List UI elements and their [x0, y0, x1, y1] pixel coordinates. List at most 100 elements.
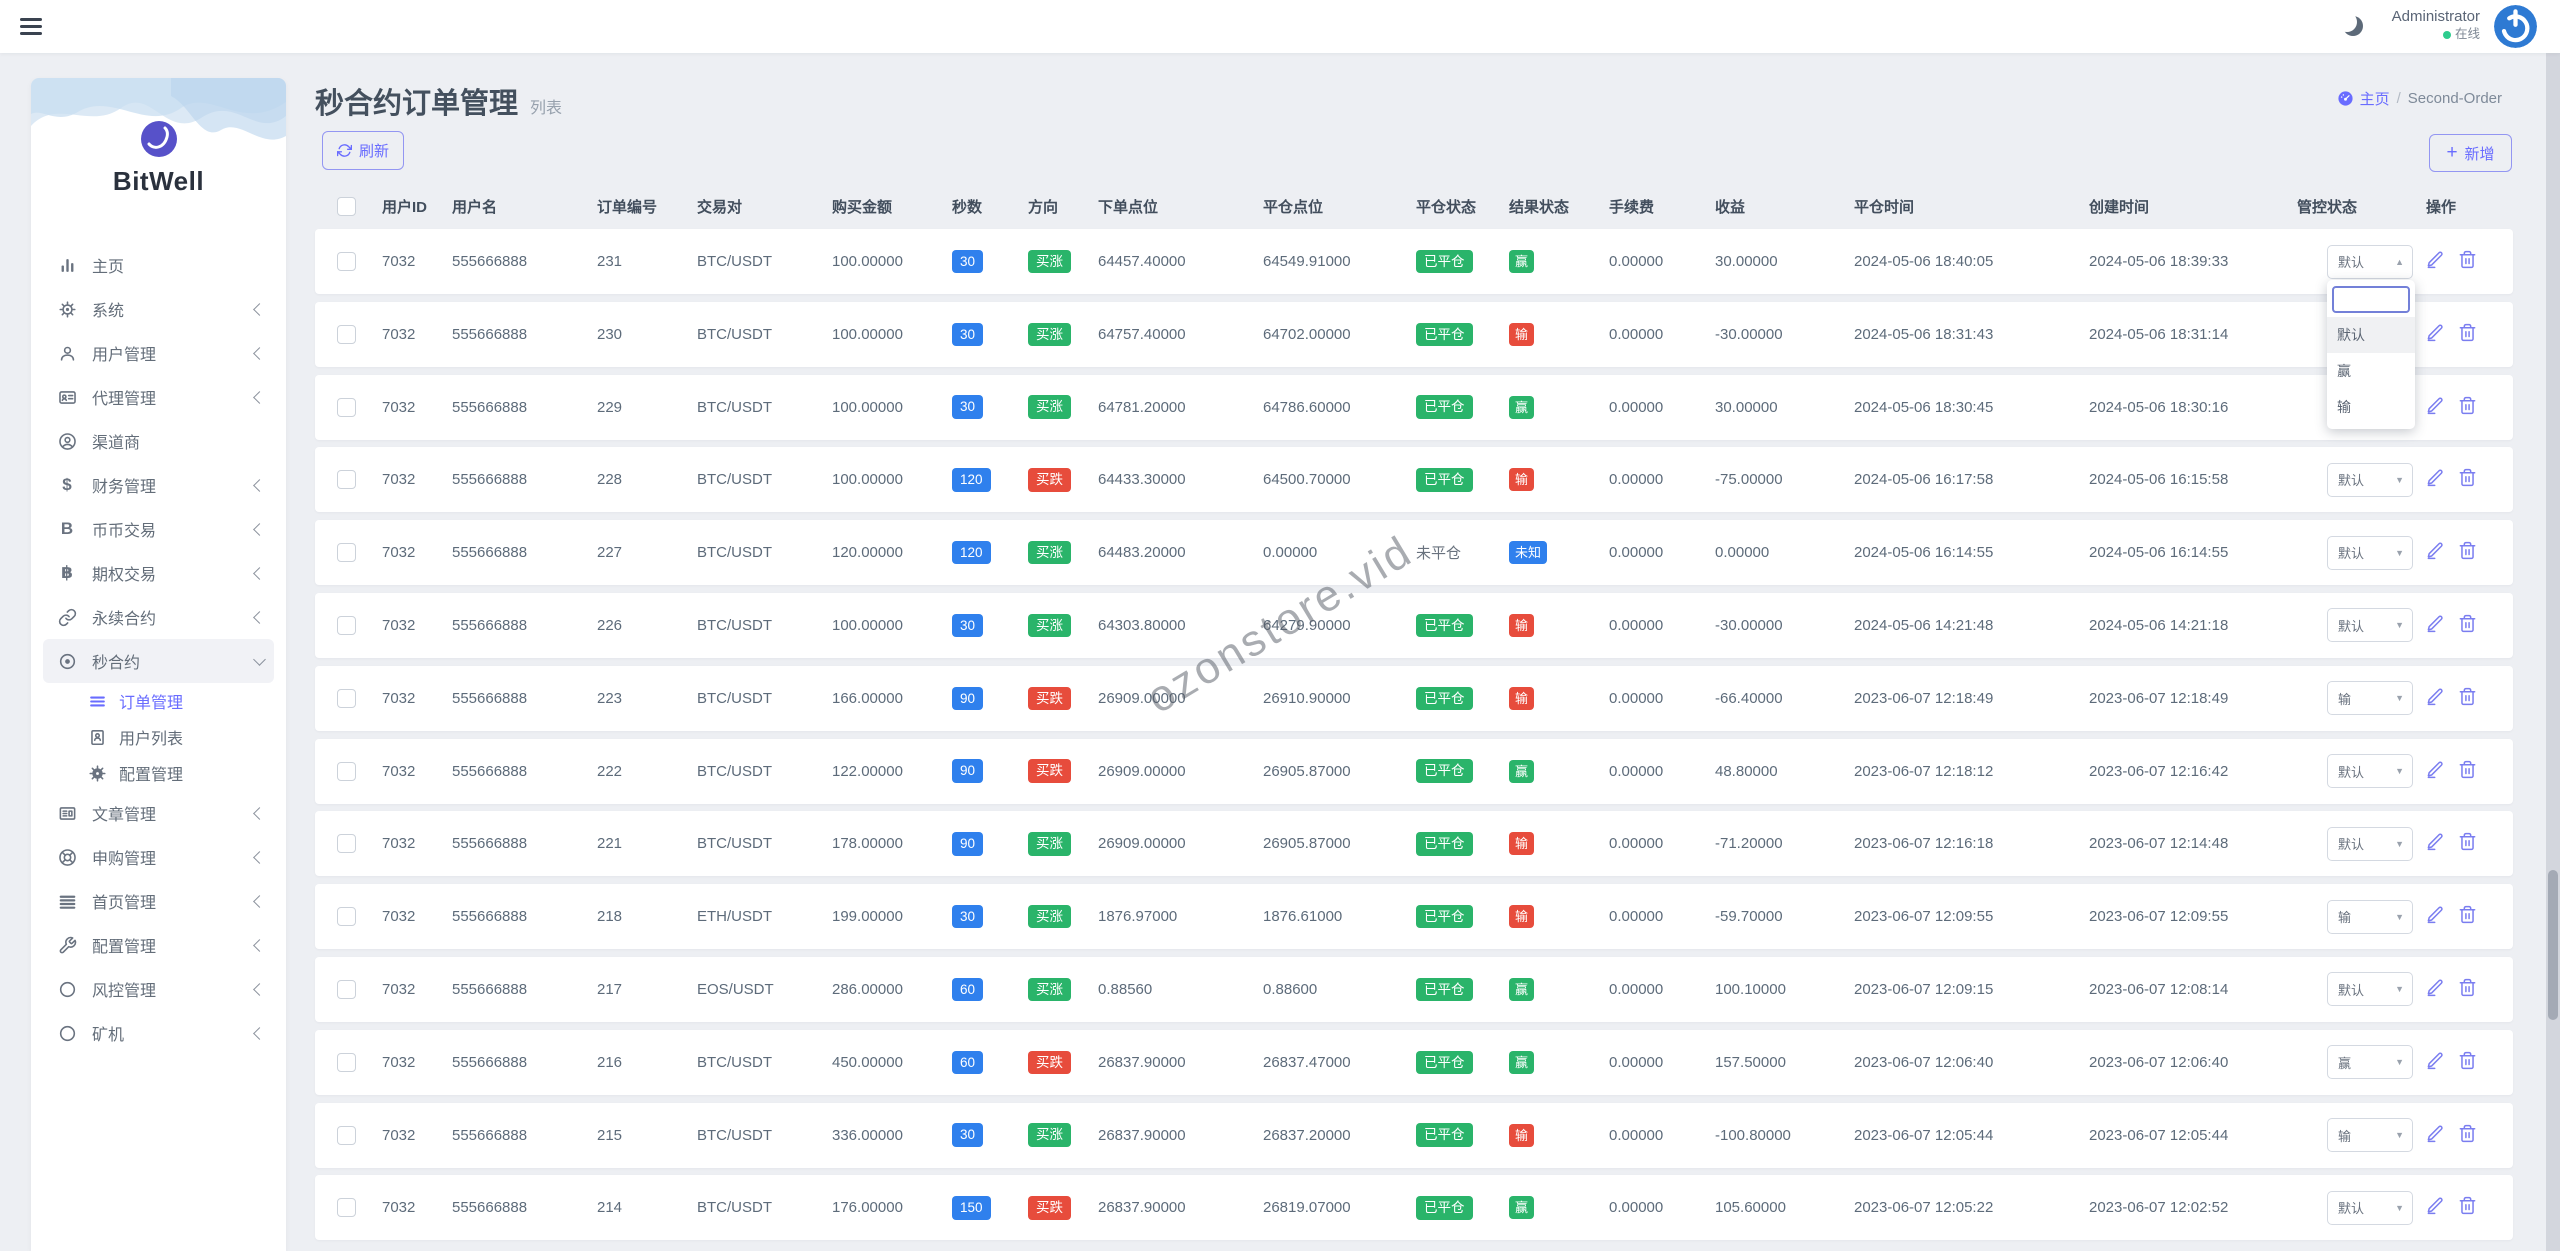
sidebar-item-10[interactable]: 文章管理: [43, 791, 274, 835]
row-checkbox[interactable]: [337, 907, 356, 927]
sidebar-subitem-订单管理[interactable]: 订单管理: [43, 683, 274, 719]
edit-button[interactable]: [2426, 1196, 2445, 1219]
user-avatar[interactable]: [2494, 5, 2537, 48]
control-status-select[interactable]: 默认 ▼: [2327, 826, 2413, 861]
refresh-button[interactable]: 刷新: [322, 131, 404, 170]
user-block[interactable]: Administrator 在线: [2392, 7, 2480, 42]
row-checkbox[interactable]: [337, 1125, 356, 1145]
delete-button[interactable]: [2458, 468, 2477, 491]
row-checkbox[interactable]: [337, 324, 356, 344]
delete-button[interactable]: [2458, 396, 2477, 419]
dropdown-option[interactable]: 默认: [2327, 317, 2415, 353]
sidebar-item-7[interactable]: ฿ 期权交易: [43, 551, 274, 595]
row-checkbox[interactable]: [337, 979, 356, 999]
control-status-select[interactable]: 默认 ▼: [2327, 972, 2413, 1007]
delete-trash-icon[interactable]: [2458, 614, 2477, 633]
sidebar-subitem-配置管理[interactable]: 配置管理: [43, 755, 274, 791]
breadcrumb-home-link[interactable]: 主页: [2337, 88, 2390, 109]
delete-trash-icon[interactable]: [2458, 1124, 2477, 1143]
delete-button[interactable]: [2458, 614, 2477, 637]
delete-button[interactable]: [2458, 541, 2477, 564]
edit-button[interactable]: [2426, 760, 2445, 783]
sidebar-item-3[interactable]: 代理管理: [43, 375, 274, 419]
edit-button[interactable]: [2426, 832, 2445, 855]
edit-button[interactable]: [2426, 614, 2445, 637]
edit-button[interactable]: [2426, 1051, 2445, 1074]
row-checkbox[interactable]: [337, 543, 356, 563]
delete-trash-icon[interactable]: [2458, 250, 2477, 269]
delete-trash-icon[interactable]: [2458, 978, 2477, 997]
row-checkbox[interactable]: [337, 761, 356, 781]
edit-button[interactable]: [2426, 468, 2445, 491]
edit-button[interactable]: [2426, 1124, 2445, 1147]
sidebar-subitem-用户列表[interactable]: 用户列表: [43, 719, 274, 755]
edit-pencil-icon[interactable]: [2426, 1196, 2445, 1215]
add-button[interactable]: + 新增: [2429, 134, 2512, 172]
select-all-checkbox[interactable]: [337, 196, 356, 216]
delete-button[interactable]: [2458, 832, 2477, 855]
edit-button[interactable]: [2426, 396, 2445, 419]
delete-trash-icon[interactable]: [2458, 687, 2477, 706]
delete-button[interactable]: [2458, 905, 2477, 928]
delete-button[interactable]: [2458, 978, 2477, 1001]
control-status-select[interactable]: 默认 ▼: [2327, 535, 2413, 570]
delete-trash-icon[interactable]: [2458, 323, 2477, 342]
sidebar-item-12[interactable]: 首页管理: [43, 879, 274, 923]
delete-button[interactable]: [2458, 1051, 2477, 1074]
sidebar-item-8[interactable]: 永续合约: [43, 595, 274, 639]
edit-pencil-icon[interactable]: [2426, 978, 2445, 997]
control-status-select[interactable]: 默认 ▼: [2327, 1190, 2413, 1225]
scrollbar-thumb[interactable]: [2548, 870, 2558, 1020]
edit-pencil-icon[interactable]: [2426, 687, 2445, 706]
sidebar-item-11[interactable]: 申购管理: [43, 835, 274, 879]
edit-button[interactable]: [2426, 905, 2445, 928]
edit-button[interactable]: [2426, 250, 2445, 273]
sidebar-item-13[interactable]: 配置管理: [43, 923, 274, 967]
delete-button[interactable]: [2458, 1196, 2477, 1219]
edit-pencil-icon[interactable]: [2426, 468, 2445, 487]
delete-trash-icon[interactable]: [2458, 1196, 2477, 1215]
delete-button[interactable]: [2458, 250, 2477, 273]
delete-button[interactable]: [2458, 687, 2477, 710]
edit-pencil-icon[interactable]: [2426, 614, 2445, 633]
edit-button[interactable]: [2426, 323, 2445, 346]
control-status-select[interactable]: 赢 ▼: [2327, 1045, 2413, 1080]
row-checkbox[interactable]: [337, 470, 356, 490]
edit-pencil-icon[interactable]: [2426, 541, 2445, 560]
sidebar-item-2[interactable]: 用户管理: [43, 331, 274, 375]
edit-pencil-icon[interactable]: [2426, 396, 2445, 415]
delete-trash-icon[interactable]: [2458, 541, 2477, 560]
control-status-select[interactable]: 输 ▼: [2327, 1118, 2413, 1153]
row-checkbox[interactable]: [337, 397, 356, 417]
sidebar-item-5[interactable]: $ 财务管理: [43, 463, 274, 507]
delete-trash-icon[interactable]: [2458, 832, 2477, 851]
edit-pencil-icon[interactable]: [2426, 905, 2445, 924]
control-status-select[interactable]: 默认 ▼: [2327, 754, 2413, 789]
edit-button[interactable]: [2426, 541, 2445, 564]
hamburger-menu-icon[interactable]: [20, 18, 42, 35]
sidebar-item-9[interactable]: 秒合约: [43, 639, 274, 683]
row-checkbox[interactable]: [337, 1052, 356, 1072]
sidebar-item-14[interactable]: 风控管理: [43, 967, 274, 1011]
edit-pencil-icon[interactable]: [2426, 1051, 2445, 1070]
control-status-select[interactable]: 输 ▼: [2327, 681, 2413, 716]
scrollbar-track[interactable]: [2546, 53, 2560, 1251]
edit-button[interactable]: [2426, 978, 2445, 1001]
edit-button[interactable]: [2426, 687, 2445, 710]
dropdown-option[interactable]: 输: [2327, 389, 2415, 425]
edit-pencil-icon[interactable]: [2426, 760, 2445, 779]
control-status-select[interactable]: 输 ▼: [2327, 899, 2413, 934]
delete-trash-icon[interactable]: [2458, 760, 2477, 779]
row-checkbox[interactable]: [337, 1198, 356, 1218]
edit-pencil-icon[interactable]: [2426, 323, 2445, 342]
row-checkbox[interactable]: [337, 252, 356, 271]
sidebar-item-1[interactable]: 系统: [43, 287, 274, 331]
delete-button[interactable]: [2458, 1124, 2477, 1147]
sidebar-item-4[interactable]: 渠道商: [43, 419, 274, 463]
row-checkbox[interactable]: [337, 615, 356, 635]
delete-trash-icon[interactable]: [2458, 905, 2477, 924]
delete-trash-icon[interactable]: [2458, 1051, 2477, 1070]
delete-button[interactable]: [2458, 323, 2477, 346]
edit-pencil-icon[interactable]: [2426, 250, 2445, 269]
dropdown-search-input[interactable]: [2332, 286, 2410, 313]
